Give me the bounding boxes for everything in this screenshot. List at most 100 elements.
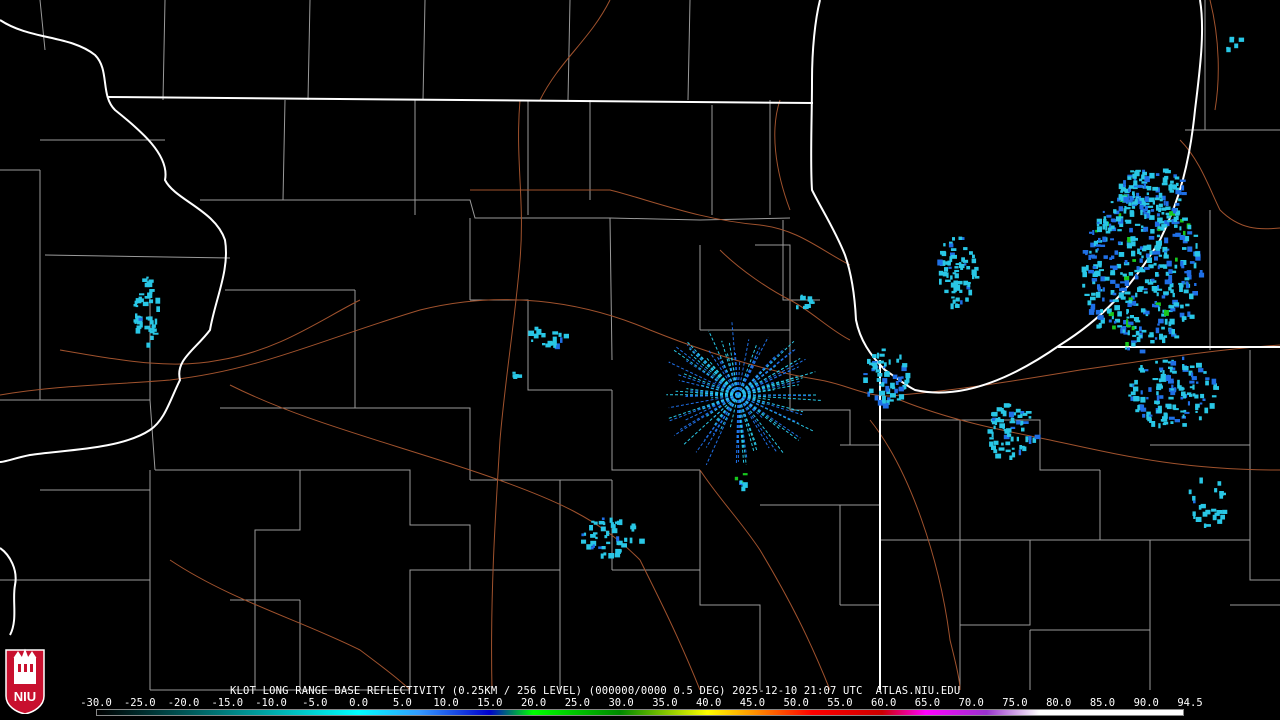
echo-pixel: [937, 259, 943, 266]
echo-pixel: [1189, 380, 1195, 384]
echo-pixel: [152, 332, 159, 335]
svg-text:NIU: NIU: [14, 689, 36, 704]
echo-pixel: [1016, 436, 1019, 442]
clutter-ray: [737, 394, 767, 398]
echo-pixel: [945, 279, 951, 282]
echo-pixel: [950, 248, 957, 251]
echo-pixel: [146, 281, 153, 288]
echo-pixel: [1146, 257, 1152, 263]
echo-pixel: [1144, 266, 1150, 270]
echo-pixel: [965, 297, 969, 302]
colorbar-tick: 25.0: [564, 697, 591, 709]
echo-pixel: [1217, 481, 1222, 486]
echo-pixel: [952, 237, 955, 241]
echo-pixel: [1183, 366, 1189, 371]
echo-pixel: [1154, 400, 1160, 405]
echo-pixel: [1134, 223, 1141, 226]
echo-pixel: [1115, 283, 1120, 288]
echo-pixel: [1183, 289, 1189, 294]
echo-pixel: [1109, 257, 1113, 260]
echo-pixel: [1191, 372, 1194, 378]
echo-pixel: [1011, 452, 1016, 458]
echo-pixel: [1139, 267, 1143, 273]
echo-pixel: [1174, 419, 1180, 423]
echo-pixel: [1238, 37, 1245, 42]
echo-pixel: [1199, 402, 1203, 405]
echo-pixel: [1135, 237, 1138, 241]
echo-pixel: [1103, 255, 1108, 259]
echo-pixel: [1092, 266, 1097, 269]
echo-pixel: [156, 306, 160, 312]
echo-pixel: [1124, 291, 1130, 295]
echo-pixel: [1164, 252, 1168, 257]
echo-pixel: [1177, 379, 1180, 386]
colorbar-ticks: -30.0 -25.0 -20.0 -15.0 -10.0 -5.0 0.0 5.0 10.0 1…: [80, 697, 1202, 709]
echo-pixel: [974, 276, 980, 279]
echo-pixel: [1175, 257, 1178, 262]
echo-pixel: [1128, 272, 1134, 276]
lake-michigan-shoreline: [810, 0, 1204, 394]
echo-pixel: [1161, 224, 1168, 228]
echo-pixel: [1192, 384, 1195, 390]
echo-pixel: [1081, 266, 1087, 273]
echo-pixel: [993, 449, 998, 454]
colorbar-tick: -25.0: [123, 697, 156, 709]
echo-pixel: [951, 296, 955, 299]
echo-pixel: [1203, 371, 1207, 374]
echo-pixel: [1152, 186, 1159, 191]
colorbar-tick: 5.0: [392, 697, 412, 709]
echo-pixel: [867, 359, 870, 364]
echo-pixel: [1113, 209, 1117, 214]
echo-pixel: [1122, 329, 1125, 333]
echo-pixel: [968, 289, 973, 296]
echo-pixel: [1122, 326, 1127, 330]
echo-pixel: [603, 552, 607, 556]
echo-pixel: [1133, 386, 1139, 392]
echo-pixel: [1198, 416, 1202, 421]
echo-pixel: [1161, 212, 1165, 215]
echo-pixel: [150, 335, 154, 340]
echo-pixel: [948, 243, 954, 248]
echo-pixel: [1159, 383, 1163, 387]
echo-pixel: [1143, 291, 1148, 294]
echo-pixel: [1129, 210, 1134, 215]
echo-pixel: [552, 336, 557, 343]
echo-pixel: [1164, 310, 1169, 316]
echo-pixel: [1110, 265, 1116, 269]
echo-pixel: [1096, 248, 1099, 251]
echo-pixel: [1135, 292, 1138, 298]
echo-pixel: [1001, 442, 1004, 446]
echo-pixel: [1144, 205, 1148, 212]
echo-pixel: [938, 270, 944, 276]
echo-pixel: [1175, 232, 1181, 237]
echo-pixel: [863, 373, 868, 376]
echo-pixel: [1108, 319, 1112, 323]
echo-pixel: [1091, 278, 1098, 282]
echo-pixel: [1004, 430, 1010, 434]
echo-pixel: [972, 273, 975, 280]
echo-pixel: [1022, 421, 1029, 424]
echo-pixel: [1127, 199, 1133, 203]
echo-pixel: [958, 236, 963, 240]
echo-pixel: [1156, 288, 1163, 291]
echo-pixel: [972, 254, 975, 259]
echo-pixel: [1158, 254, 1162, 257]
echo-pixel: [904, 379, 909, 385]
echo-pixel: [1195, 516, 1202, 522]
echo-pixel: [1178, 282, 1183, 285]
echo-pixel: [1098, 286, 1101, 292]
echo-pixel: [1189, 314, 1195, 319]
echo-pixel: [955, 297, 960, 302]
echo-pixel: [1135, 320, 1141, 323]
echo-pixel: [1133, 180, 1138, 186]
echo-pixel: [1143, 183, 1146, 189]
echo-pixel: [892, 374, 898, 379]
echo-pixel: [150, 289, 155, 292]
echo-pixel: [1135, 274, 1138, 279]
echo-pixel: [902, 363, 908, 368]
echo-pixel: [1023, 412, 1028, 416]
echo-pixel: [589, 525, 593, 531]
echo-pixel: [1168, 416, 1175, 420]
echo-pixel: [513, 374, 516, 379]
product-caption: KLOT LONG RANGE BASE REFLECTIVITY (0.25K…: [230, 685, 961, 697]
